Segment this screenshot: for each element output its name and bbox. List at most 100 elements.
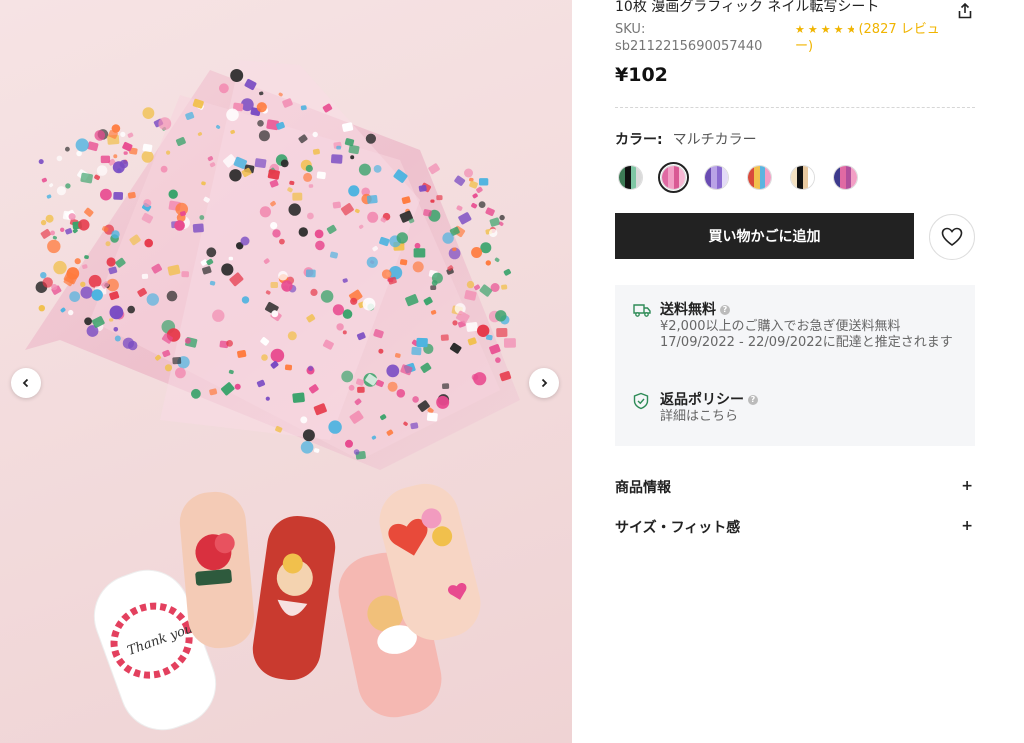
color-swatch-1[interactable] <box>615 162 646 193</box>
sticker-motif <box>345 439 353 448</box>
sticker-motif <box>353 449 360 455</box>
sticker-motif <box>175 367 186 379</box>
sticker-motif <box>307 212 314 220</box>
sticker-motif <box>452 320 458 326</box>
sticker-motif <box>378 348 384 354</box>
sticker-motif <box>168 189 178 199</box>
divider <box>615 107 975 108</box>
gallery-prev-button[interactable] <box>11 368 41 398</box>
sticker-motif <box>87 141 99 152</box>
accordion-size-fit[interactable]: サイズ・フィット感 + <box>615 517 975 539</box>
sticker-motif <box>50 230 55 236</box>
wishlist-button[interactable] <box>929 214 975 260</box>
sticker-motif <box>411 346 422 356</box>
delivery-estimate: 17/09/2022 - 22/09/2022に配達と推定されます <box>660 335 953 350</box>
product-rating[interactable]: ★★★★★(2827 レビュー) <box>795 21 955 55</box>
sticker-motif <box>219 83 229 94</box>
help-icon[interactable]: ? <box>748 395 758 405</box>
product-image-gallery: Thank you <box>0 0 572 743</box>
plus-icon: + <box>961 478 973 494</box>
sticker-motif <box>464 168 473 178</box>
sticker-motif <box>109 305 124 320</box>
sticker-motif <box>120 131 126 137</box>
sticker-motif <box>265 396 270 401</box>
color-swatch-6[interactable] <box>830 162 861 193</box>
sticker-motif <box>52 235 57 240</box>
gallery-next-button[interactable] <box>529 368 559 398</box>
sticker-motif <box>278 270 288 281</box>
sticker-motif <box>472 193 478 199</box>
return-policy-link[interactable]: 詳細はこちら <box>660 409 955 425</box>
sticker-motif <box>454 175 466 186</box>
sticker-motif <box>143 199 152 208</box>
sticker-motif <box>284 364 293 371</box>
sticker-motif <box>366 256 378 268</box>
sticker-motif <box>60 227 65 232</box>
sticker-motif <box>88 274 102 288</box>
sticker-motif <box>387 381 398 392</box>
sticker-motif <box>416 337 428 348</box>
sticker-motif <box>466 322 478 332</box>
shipping-info-box: 送料無料? ¥2,000以上のご購入でお急ぎ便送料無料 17/09/2022 -… <box>615 285 975 446</box>
sticker-motif <box>80 286 93 299</box>
sticker-motif <box>172 357 182 365</box>
sticker-motif <box>100 188 112 201</box>
sticker-motif <box>240 236 250 246</box>
shield-check-icon <box>633 392 649 410</box>
sticker-motif <box>259 206 271 218</box>
return-policy-item[interactable]: 返品ポリシー? 詳細はこちら <box>633 391 955 425</box>
sticker-motif <box>357 386 365 393</box>
help-icon[interactable]: ? <box>720 305 730 315</box>
sticker-motif <box>342 309 353 319</box>
accordion-product-info[interactable]: 商品情報 + <box>615 477 975 499</box>
add-to-cart-button[interactable]: 買い物かごに追加 <box>615 213 914 259</box>
sticker-motif <box>144 238 153 248</box>
color-swatch-5[interactable] <box>787 162 818 193</box>
sticker-motif <box>80 172 93 184</box>
sticker-motif <box>281 280 293 292</box>
sticker-motif <box>123 151 128 155</box>
sticker-motif <box>307 365 314 371</box>
sticker-motif <box>69 291 81 302</box>
color-swatch-3[interactable] <box>701 162 732 193</box>
sticker-motif <box>142 107 155 119</box>
accordion-label: サイズ・フィット感 <box>615 520 741 536</box>
sticker-motif <box>312 148 320 155</box>
sticker-motif <box>348 384 355 391</box>
sticker-motif <box>49 183 54 188</box>
sticker-motif <box>40 219 47 226</box>
sticker-motif <box>65 183 71 189</box>
sticker-motif <box>68 213 76 221</box>
sticker-motif <box>436 395 450 409</box>
chevron-right-icon <box>541 378 548 388</box>
product-price: ¥102 <box>615 64 668 86</box>
sticker-motif <box>40 272 47 279</box>
color-swatch-4[interactable] <box>744 162 775 193</box>
sticker-motif <box>494 257 500 263</box>
free-shipping-condition: ¥2,000以上のご購入でお急ぎ便送料無料 <box>660 319 901 334</box>
sticker-motif <box>65 146 70 152</box>
swatch-color-stripes <box>618 165 643 190</box>
sticker-motif <box>142 143 153 153</box>
sticker-motif <box>469 180 478 189</box>
sticker-motif <box>412 396 419 403</box>
sticker-motif <box>166 290 178 302</box>
sticker-motif <box>456 205 463 211</box>
sticker-motif <box>53 260 67 275</box>
share-button[interactable] <box>956 2 974 20</box>
sticker-motif <box>141 150 154 163</box>
sticker-motif <box>350 155 355 160</box>
sticker-motif <box>428 163 440 175</box>
sticker-motif <box>430 285 437 291</box>
sticker-motif <box>280 159 289 168</box>
color-swatch-2[interactable] <box>658 162 689 193</box>
rating-stars-icon: ★★★★★ <box>795 23 855 36</box>
heart-icon <box>941 227 963 246</box>
sticker-motif <box>206 247 217 258</box>
sticker-motif <box>230 69 244 82</box>
sku-label: SKU: <box>615 22 646 37</box>
sticker-motif <box>495 310 507 322</box>
sticker-motif <box>84 207 94 217</box>
sticker-motif <box>413 248 426 258</box>
sticker-motif <box>56 155 63 162</box>
